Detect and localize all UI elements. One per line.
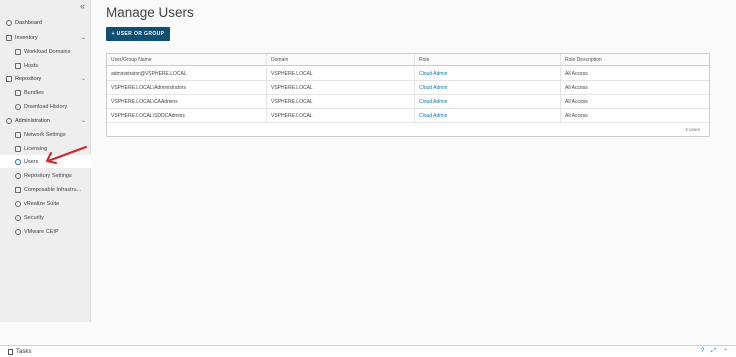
sidebar-item-network-settings[interactable]: Network Settings: [0, 128, 91, 141]
sidebar-item-hosts[interactable]: Hosts: [0, 59, 91, 72]
tasks-controls: ? ⤢ ⌃: [701, 348, 728, 355]
chevron-down-icon: ⌄: [80, 76, 86, 82]
cell-role-description: All Access: [565, 112, 588, 119]
cell-name: VSPHERE.LOCAL\SDDCAdmins: [107, 109, 267, 122]
sidebar-item-composable-infrastructure[interactable]: Composable Infrastru...: [0, 183, 91, 196]
table-header: User/Group Name Domain Role Role Descrip…: [107, 54, 709, 66]
cell-domain: VSPHERE.LOCAL: [267, 109, 415, 122]
sidebar-item-workload-domains[interactable]: Workload Domains: [0, 45, 91, 58]
sidebar-item-label: Administration: [15, 117, 50, 124]
cell-role-description: All Access: [565, 70, 588, 77]
annotation-arrow-icon: [46, 146, 87, 164]
sidebar-item-label: Inventory: [15, 34, 38, 41]
cell-role-link[interactable]: Cloud Admin: [415, 67, 561, 80]
sidebar-item-label: Workload Domains: [24, 48, 71, 55]
repository-icon: [6, 75, 12, 82]
sidebar-item-label: Download History: [24, 103, 68, 110]
sidebar-item-security[interactable]: Security: [0, 211, 91, 224]
sidebar-item-label: Network Settings: [24, 131, 66, 138]
chevron-up-icon[interactable]: ⌃: [723, 348, 728, 355]
administration-icon: [6, 117, 12, 124]
sidebar-item-label: Repository: [15, 75, 42, 82]
security-icon: [15, 214, 21, 221]
column-header-name[interactable]: User/Group Name: [107, 54, 267, 65]
chevron-down-icon: ⌄: [80, 118, 86, 124]
sidebar-item-vmware-ceip[interactable]: VMware CEIP: [0, 225, 91, 238]
sidebar-item-download-history[interactable]: Download History: [0, 100, 91, 113]
sidebar-item-administration[interactable]: Administration ⌄: [0, 114, 91, 127]
users-icon: [15, 158, 21, 165]
help-icon[interactable]: ?: [701, 348, 704, 355]
sync-icon: [15, 172, 21, 179]
sidebar-item-label: Users: [24, 158, 39, 165]
sidebar-item-inventory[interactable]: Inventory ⌄: [0, 31, 91, 44]
table-row[interactable]: administrator@VSPHERE.LOCAL VSPHERE.LOCA…: [107, 67, 709, 81]
cell-role-link[interactable]: Cloud Admin: [415, 95, 561, 108]
cell-name: VSPHERE.LOCAL\Administrators: [107, 81, 267, 94]
sidebar-item-label: Composable Infrastru...: [24, 186, 82, 193]
tasks-label[interactable]: Tasks: [16, 349, 31, 355]
table-footer-count: 4 users: [685, 127, 700, 132]
sidebar-item-dashboard[interactable]: Dashboard: [0, 16, 91, 29]
cell-domain: VSPHERE.LOCAL: [267, 67, 415, 80]
hosts-icon: [15, 62, 21, 69]
page-title: Manage Users: [106, 5, 194, 20]
table-row[interactable]: VSPHERE.LOCAL\SDDCAdmins VSPHERE.LOCAL C…: [107, 109, 709, 123]
column-header-domain[interactable]: Domain: [267, 54, 415, 65]
inventory-icon: [6, 34, 12, 41]
chevron-down-icon: ⌄: [80, 35, 86, 41]
cell-role-link[interactable]: Cloud Admin: [415, 81, 561, 94]
workload-domains-icon: [15, 48, 21, 55]
composable-icon: [15, 186, 21, 193]
table-row[interactable]: VSPHERE.LOCAL\Administrators VSPHERE.LOC…: [107, 81, 709, 95]
cell-role-link[interactable]: Cloud Admin: [415, 109, 561, 122]
main-content: Manage Users + USER OR GROUP User/Group …: [91, 0, 736, 322]
sidebar-item-repository-settings[interactable]: Repository Settings: [0, 169, 91, 182]
licensing-icon: [15, 145, 21, 152]
sidebar-item-label: vRealize Suite: [24, 200, 60, 207]
column-header-role[interactable]: Role: [415, 54, 561, 65]
sidebar-item-label: Repository Settings: [24, 172, 72, 179]
cell-name: VSPHERE.LOCAL\CAAdmins: [107, 95, 267, 108]
sidebar-item-repository[interactable]: Repository ⌄: [0, 72, 91, 85]
network-icon: [15, 131, 21, 138]
tasks-bar[interactable]: Tasks ? ⤢ ⌃: [0, 345, 736, 357]
cell-role-description: All Access: [565, 84, 588, 91]
collapse-sidebar-button[interactable]: «: [80, 1, 85, 11]
cell-domain: VSPHERE.LOCAL: [267, 95, 415, 108]
add-user-or-group-button[interactable]: + USER OR GROUP: [106, 27, 170, 41]
table-row[interactable]: VSPHERE.LOCAL\CAAdmins VSPHERE.LOCAL Clo…: [107, 95, 709, 109]
sidebar-item-label: Security: [24, 214, 44, 221]
sidebar-item-label: Dashboard: [15, 19, 42, 26]
phone-icon: [15, 228, 21, 235]
sidebar-item-vrealize-suite[interactable]: vRealize Suite: [0, 197, 91, 210]
cell-domain: VSPHERE.LOCAL: [267, 81, 415, 94]
cell-name: administrator@VSPHERE.LOCAL: [107, 67, 267, 80]
sidebar-item-label: Bundles: [24, 89, 44, 96]
vrealize-icon: [15, 200, 21, 207]
dashboard-icon: [6, 19, 12, 26]
users-table: User/Group Name Domain Role Role Descrip…: [106, 53, 710, 137]
history-icon: [15, 103, 21, 110]
app-window: « Dashboard Inventory ⌄ Workload Domains…: [0, 0, 736, 357]
sidebar-item-label: Hosts: [24, 62, 39, 69]
expand-icon[interactable]: ⤢: [711, 348, 716, 355]
sidebar-item-bundles[interactable]: Bundles: [0, 86, 91, 99]
clipboard-icon: [8, 348, 13, 355]
sidebar-item-label: VMware CEIP: [24, 228, 59, 235]
bundles-icon: [15, 89, 21, 96]
column-header-role-description[interactable]: Role Description: [561, 54, 709, 65]
cell-role-description: All Access: [565, 98, 588, 105]
